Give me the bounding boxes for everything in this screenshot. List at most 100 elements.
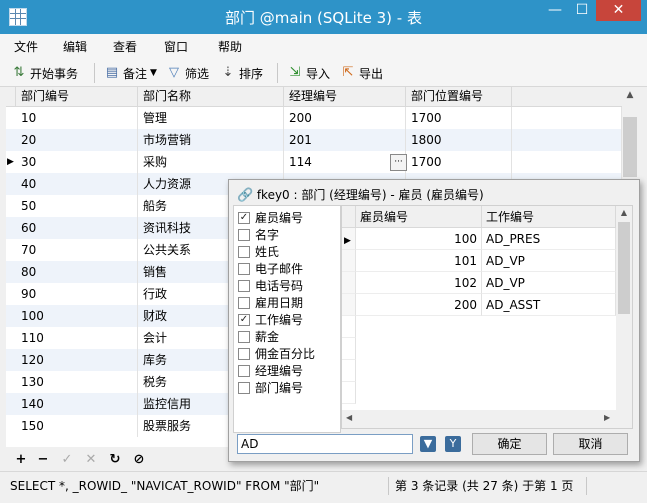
table-cell[interactable]: 201 <box>284 129 406 151</box>
field-checkbox-item[interactable]: 薪金 <box>238 328 279 345</box>
filter-icon[interactable]: ▼ <box>420 436 436 452</box>
apply-icon[interactable]: ✓ <box>58 451 76 469</box>
scroll-up-icon[interactable]: ▲ <box>622 87 638 103</box>
field-checkbox-item[interactable]: 姓氏 <box>238 243 279 260</box>
lookup-cell-job-id[interactable]: AD_ASST <box>482 294 616 316</box>
lookup-cell-employee-id[interactable]: 102 <box>356 272 482 294</box>
table-cell[interactable] <box>512 107 622 129</box>
sort-button[interactable]: ⇣ 排序 <box>220 64 263 82</box>
field-checkbox-item[interactable]: 经理编号 <box>238 362 303 379</box>
maximize-button[interactable]: ☐ <box>569 0 595 21</box>
stop-icon[interactable]: ⊘ <box>130 451 148 469</box>
scroll-up-icon[interactable]: ▲ <box>616 208 632 217</box>
table-cell[interactable]: 采购 <box>138 151 284 173</box>
lookup-cell-job-id[interactable] <box>482 382 616 404</box>
checkbox-icon[interactable] <box>238 381 250 394</box>
minimize-button[interactable]: — <box>542 0 568 21</box>
lookup-header-job-id[interactable]: 工作编号 <box>482 206 616 228</box>
lookup-row-indicator[interactable]: ▶ <box>342 228 356 250</box>
table-cell[interactable]: 市场营销 <box>138 129 284 151</box>
menu-view[interactable]: 查看 <box>113 38 137 55</box>
table-cell[interactable]: 140 <box>16 393 138 415</box>
lookup-header-employee-id[interactable]: 雇员编号 <box>356 206 482 228</box>
lookup-cell-employee-id[interactable] <box>356 316 482 338</box>
field-checkbox-item[interactable]: 名字 <box>238 226 279 243</box>
checkbox-icon[interactable] <box>238 330 250 343</box>
table-cell[interactable]: 60 <box>16 217 138 239</box>
column-header-manager-id[interactable]: 经理编号 <box>284 87 406 107</box>
field-checkbox-item[interactable]: ✓ 工作编号 <box>238 311 303 328</box>
funnel-icon[interactable]: Y <box>445 436 461 452</box>
table-cell[interactable]: 20 <box>16 129 138 151</box>
row-indicator[interactable] <box>6 327 16 349</box>
row-indicator[interactable] <box>6 371 16 393</box>
table-cell[interactable]: 1700 <box>406 151 512 173</box>
row-indicator[interactable] <box>6 195 16 217</box>
import-button[interactable]: ⇲ 导入 <box>287 64 330 82</box>
row-indicator[interactable] <box>6 415 16 437</box>
ellipsis-button[interactable]: ··· <box>390 154 407 171</box>
lookup-row[interactable]: 101 AD_VP <box>342 250 632 272</box>
lookup-row-indicator[interactable] <box>342 338 356 360</box>
table-cell[interactable]: 120 <box>16 349 138 371</box>
scroll-left-icon[interactable]: ◀ <box>346 413 352 422</box>
field-checkbox-item[interactable]: ✓ 雇员编号 <box>238 209 303 226</box>
row-indicator[interactable] <box>6 349 16 371</box>
scroll-right-icon[interactable]: ▶ <box>604 413 610 422</box>
note-button[interactable]: ▤ 备注 ▼ <box>104 64 157 82</box>
menu-window[interactable]: 窗口 <box>164 38 188 55</box>
row-indicator[interactable] <box>6 107 16 129</box>
table-cell[interactable]: 90 <box>16 283 138 305</box>
lookup-row[interactable] <box>342 338 632 360</box>
begin-transaction-button[interactable]: ⇅ 开始事务 <box>11 64 78 82</box>
table-cell[interactable]: 200 <box>284 107 406 129</box>
lookup-row[interactable]: 102 AD_VP <box>342 272 632 294</box>
table-row[interactable]: 20 市场营销 201 1800 <box>6 129 622 151</box>
field-checkbox-item[interactable]: 佣金百分比 <box>238 345 315 362</box>
row-indicator[interactable] <box>6 173 16 195</box>
checkbox-icon[interactable] <box>238 279 250 292</box>
cancel-button[interactable]: 取消 <box>553 433 628 455</box>
field-checkbox-item[interactable]: 部门编号 <box>238 379 303 396</box>
menu-file[interactable]: 文件 <box>14 38 38 55</box>
table-cell[interactable]: 80 <box>16 261 138 283</box>
lookup-cell-job-id[interactable]: AD_VP <box>482 272 616 294</box>
checkbox-icon[interactable] <box>238 245 250 258</box>
row-indicator[interactable] <box>6 305 16 327</box>
lookup-row[interactable]: ▶ 100 AD_PRES <box>342 228 632 250</box>
filter-button[interactable]: ▽ 筛选 <box>166 64 209 82</box>
checkbox-icon[interactable] <box>238 364 250 377</box>
menu-edit[interactable]: 编辑 <box>63 38 87 55</box>
column-header-location-id[interactable]: 部门位置编号 <box>406 87 512 107</box>
checkbox-icon[interactable] <box>238 347 250 360</box>
table-cell[interactable] <box>512 129 622 151</box>
row-indicator[interactable] <box>6 393 16 415</box>
lookup-cell-job-id[interactable]: AD_VP <box>482 250 616 272</box>
lookup-cell-employee-id[interactable]: 200 <box>356 294 482 316</box>
menu-help[interactable]: 帮助 <box>218 38 242 55</box>
table-cell[interactable]: 50 <box>16 195 138 217</box>
ok-button[interactable]: 确定 <box>472 433 547 455</box>
lookup-hscrollbar[interactable]: ◀ ▶ <box>342 410 616 428</box>
row-indicator[interactable]: ▶ <box>6 151 16 173</box>
table-cell[interactable]: 30 <box>16 151 138 173</box>
checkbox-icon[interactable] <box>238 228 250 241</box>
delete-record-icon[interactable]: − <box>34 451 52 469</box>
lookup-row[interactable]: 200 AD_ASST <box>342 294 632 316</box>
table-row[interactable]: ▶ 30 采购 114 1700 ··· <box>6 151 622 173</box>
lookup-row[interactable] <box>342 360 632 382</box>
checkbox-checked-icon[interactable]: ✓ <box>238 211 250 224</box>
table-cell[interactable]: 114 <box>284 151 406 173</box>
add-record-icon[interactable]: + <box>12 451 30 469</box>
field-checkbox-item[interactable]: 雇用日期 <box>238 294 303 311</box>
search-input[interactable]: AD <box>237 434 413 454</box>
lookup-row-indicator[interactable] <box>342 272 356 294</box>
table-cell[interactable]: 110 <box>16 327 138 349</box>
checkbox-checked-icon[interactable]: ✓ <box>238 313 250 326</box>
lookup-cell-employee-id[interactable]: 100 <box>356 228 482 250</box>
export-button[interactable]: ⇱ 导出 <box>340 64 383 82</box>
refresh-icon[interactable]: ↻ <box>106 451 124 469</box>
lookup-row-indicator[interactable] <box>342 382 356 404</box>
lookup-cell-job-id[interactable] <box>482 316 616 338</box>
lookup-cell-employee-id[interactable] <box>356 360 482 382</box>
